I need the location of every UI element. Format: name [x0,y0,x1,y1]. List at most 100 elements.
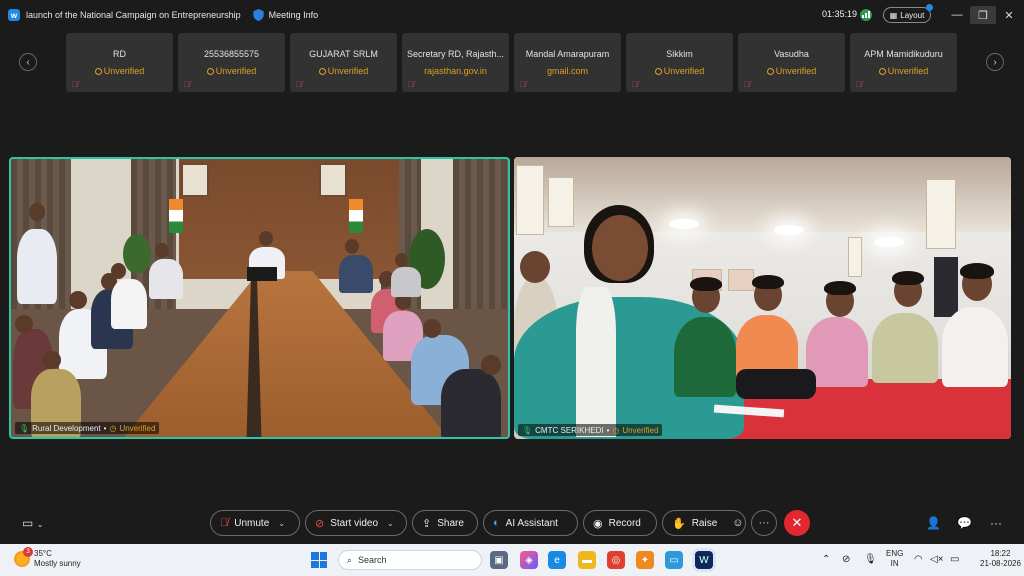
weather-widget[interactable]: 3 35°C Mostly sunny [14,547,81,569]
participant-tile[interactable]: RD Unverified 🎙̸ [66,33,173,92]
video-tile-cmtc-serikhedi[interactable]: 🎙 CMTC SERIKHEDI • ◷ Unverified [514,157,1011,439]
record-icon: ◉ [593,517,603,530]
participants-button[interactable]: 👤 [926,516,941,530]
clock-icon: ◷ [612,425,620,435]
record-button[interactable]: ◉ Record [583,510,657,536]
unmute-label: Unmute [234,517,270,529]
restore-button[interactable]: ❐ [970,6,996,24]
search-placeholder: Search [358,555,387,565]
minimize-button[interactable]: — [944,6,970,24]
shield-icon [252,9,264,21]
share-button[interactable]: ⇪ Share [412,510,478,536]
edge-icon[interactable]: e [548,551,566,569]
participant-status-text: Unverified [103,66,145,76]
weather-badge: 3 [23,547,33,557]
language-indicator[interactable]: ENG IN [886,549,903,569]
participant-tile[interactable]: Sikkim Unverified 🎙̸ [626,33,733,92]
participant-status: Unverified [178,66,285,76]
leave-meeting-button[interactable]: ✕ [784,510,810,536]
meeting-timer: 01:35:19 [822,9,858,19]
remote-desktop-icon[interactable]: ▭ [665,551,683,569]
microphone-muted-icon: 🎙̸ [72,80,78,89]
chat-button[interactable]: 💬 [957,516,972,530]
meeting-info-button[interactable]: Meeting Info [252,9,319,21]
participant-status-text: Unverified [663,66,705,76]
start-video-button[interactable]: ⊘ Start video ⌄ [305,510,407,536]
microphone-muted-icon: 🎙̸ [220,517,229,529]
unmute-button[interactable]: 🎙̸ Unmute ⌄ [210,510,300,536]
ellipsis-icon: ··· [990,516,1002,530]
copilot-icon[interactable]: ◈ [520,551,538,569]
language-code: ENG [886,549,904,558]
captions-icon: ▭ [22,516,34,530]
microphone-tray-icon[interactable]: 🎙 [864,554,877,565]
participant-tile[interactable]: APM Mamidikuduru Unverified 🎙̸ [850,33,957,92]
ellipsis-icon: ··· [758,517,770,529]
temperature: 35°C [34,549,52,558]
network-signal-icon[interactable] [860,9,872,21]
clock-icon [766,68,774,75]
network-off-icon[interactable]: ⊘ [842,554,850,565]
chevron-up-icon[interactable]: ⌃ [822,554,830,565]
system-clock[interactable]: 18:22 21-08-2026 [980,549,1021,569]
sun-icon: 3 [14,547,33,567]
participant-name: Sikkim [666,49,693,59]
webex-logo-icon: w [8,9,20,21]
webex-taskbar-icon[interactable]: W [695,551,713,569]
layout-button[interactable]: ▦ Layout [883,7,931,23]
start-button[interactable] [311,552,327,568]
close-window-button[interactable]: ✕ [996,6,1022,24]
microphone-icon: 🎙 [19,423,30,433]
task-view-icon[interactable]: ▣ [490,551,508,569]
raise-label: Raise [691,517,718,529]
participant-tile[interactable]: GUJARAT SRLM Unverified 🎙̸ [290,33,397,92]
search-icon: ⌕ [347,554,353,565]
wifi-icon[interactable]: ◠ [914,554,923,565]
region-code: IN [890,559,899,568]
clock-icon [654,68,662,75]
more-options-button[interactable]: ··· [751,510,777,536]
microphone-muted-icon: 🎙̸ [744,80,750,89]
chevron-down-icon: ⌄ [36,520,44,529]
photos-icon[interactable]: ✦ [636,551,654,569]
volume-muted-icon[interactable]: ◁× [930,554,944,565]
participant-status-text: Unverified [327,66,369,76]
ai-assistant-button[interactable]: ◐ AI Assistant [483,510,578,536]
participant-name: GUJARAT SRLM [309,49,378,59]
clock-icon [318,68,326,75]
reactions-icon[interactable]: ☺ [732,517,743,529]
clock-icon [206,68,214,75]
microphone-muted-icon: 🎙̸ [520,80,526,89]
strip-next-button[interactable]: › [986,53,1004,71]
chrome-icon[interactable]: ◎ [607,551,625,569]
close-icon: ✕ [791,515,803,530]
participant-status-text: Unverified [887,66,929,76]
chevron-left-icon: ‹ [26,56,30,68]
captions-button[interactable]: ▭ ⌄ [22,516,43,530]
participant-status: Unverified [626,66,733,76]
participant-tile[interactable]: Secretary RD, Rajasth... rajasthan.gov.in… [402,33,509,92]
strip-prev-button[interactable]: ‹ [19,53,37,71]
more-panels-button[interactable]: ··· [990,516,1002,530]
file-explorer-icon[interactable]: ▬ [578,551,596,569]
raise-hand-button[interactable]: ✋ Raise ☺ [662,510,746,536]
video-participant-name: Rural Development [32,423,101,433]
taskbar-search[interactable]: ⌕ Search [338,550,482,570]
separator-dot: • [606,425,610,435]
participant-tile[interactable]: Vasudha Unverified 🎙̸ [738,33,845,92]
participant-tile[interactable]: 25536855575 Unverified 🎙̸ [178,33,285,92]
meeting-title: launch of the National Campaign on Entre… [26,10,241,20]
microphone-muted-icon: 🎙̸ [632,80,638,89]
video-tile-rural-development[interactable]: 🎙 Rural Development • ◷ Unverified [9,157,510,439]
participant-name: Secretary RD, Rajasth... [406,49,505,59]
separator-dot: • [103,423,107,433]
chat-icon: 💬 [957,516,972,530]
share-label: Share [437,517,464,529]
participant-tile[interactable]: Mandal Amarapuram gmail.com 🎙̸ [514,33,621,92]
chevron-right-icon: › [993,56,997,68]
meeting-info-label: Meeting Info [268,10,319,20]
participant-status: rajasthan.gov.in [402,66,509,76]
battery-icon[interactable]: ▭ [950,554,959,565]
participant-name: APM Mamidikuduru [864,49,943,59]
notification-dot [926,4,933,11]
